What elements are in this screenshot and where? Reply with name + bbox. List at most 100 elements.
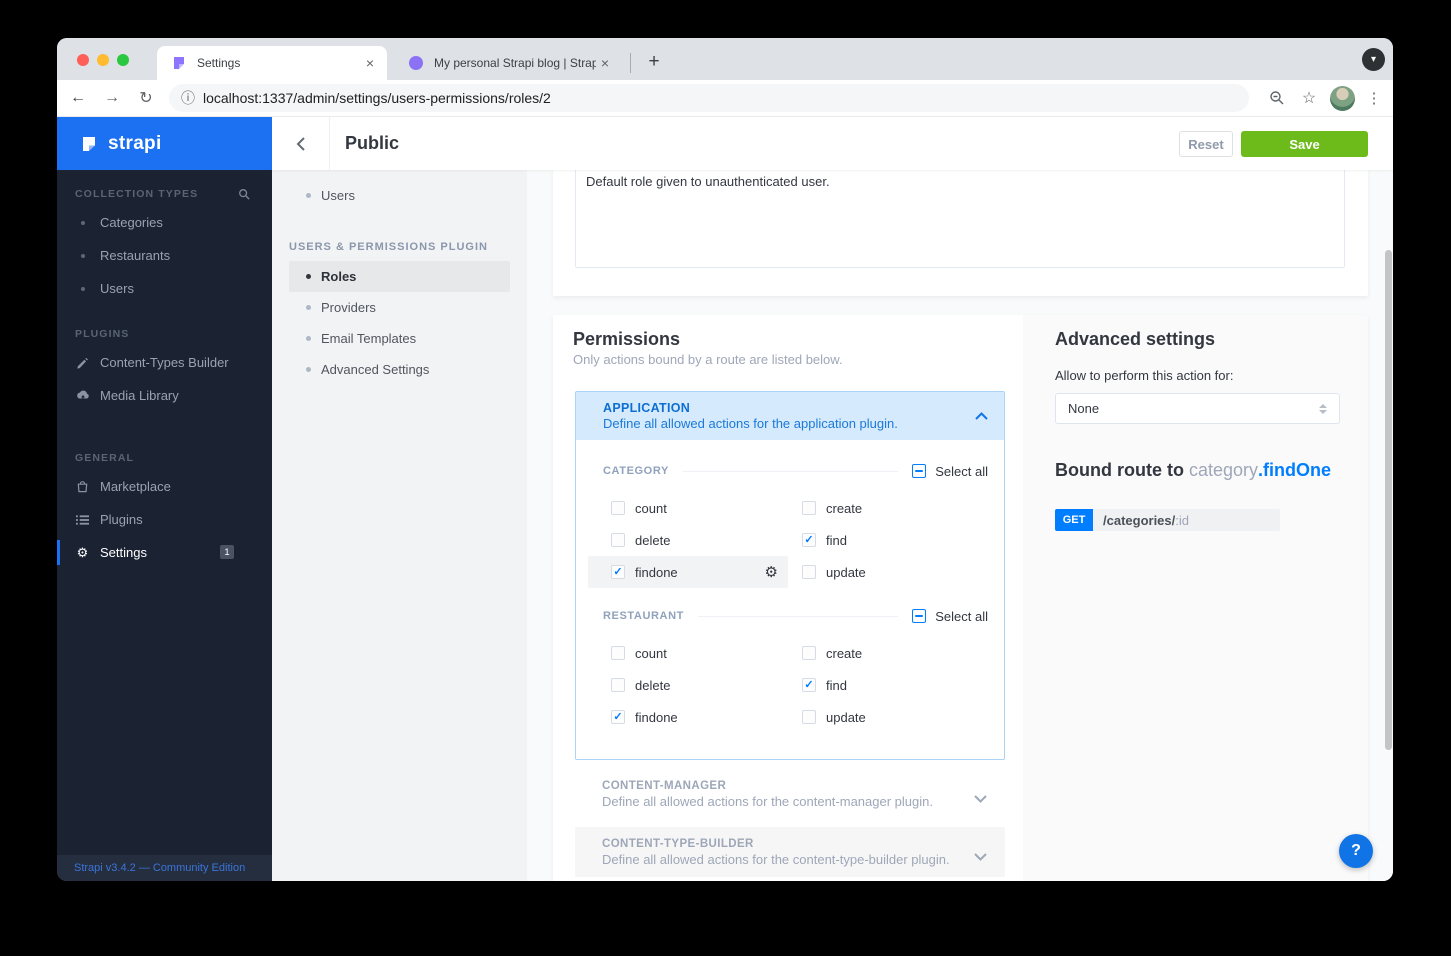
sidebar-item-users[interactable]: Users bbox=[57, 272, 272, 305]
permission-findone-selected[interactable]: findone⚙ bbox=[588, 556, 788, 588]
close-tab-icon[interactable]: × bbox=[361, 54, 379, 72]
strapi-logo[interactable]: strapi bbox=[57, 117, 272, 170]
strapi-favicon bbox=[174, 57, 184, 69]
forward-button[interactable]: → bbox=[99, 85, 125, 111]
cloud-upload-icon bbox=[75, 389, 90, 402]
permission-create[interactable]: create bbox=[794, 637, 988, 669]
new-tab-button[interactable]: + bbox=[640, 48, 668, 76]
strapi-version-link[interactable]: Strapi v3.4.2 — Community Edition bbox=[57, 855, 272, 881]
subnav-item-providers[interactable]: Providers bbox=[289, 292, 510, 323]
sidebar-item-settings[interactable]: ⚙ Settings 1 bbox=[57, 536, 272, 569]
application-accordion: APPLICATION Define all allowed actions f… bbox=[575, 391, 1005, 760]
permission-delete[interactable]: delete bbox=[603, 524, 794, 556]
bookmark-star-icon[interactable]: ☆ bbox=[1296, 85, 1322, 111]
content-manager-accordion[interactable]: CONTENT-MANAGER Define all allowed actio… bbox=[575, 770, 1005, 818]
checkbox-checked[interactable] bbox=[802, 533, 816, 547]
window-controls bbox=[77, 54, 129, 66]
sidebar-menu: COLLECTION TYPES Categories Restaurants … bbox=[57, 170, 272, 569]
select-all-checkbox[interactable] bbox=[912, 464, 927, 478]
permission-update[interactable]: update bbox=[794, 701, 988, 733]
sidebar-item-media-library[interactable]: Media Library bbox=[57, 379, 272, 412]
checkbox-checked[interactable] bbox=[611, 565, 625, 579]
browser-menu-icon[interactable]: ⋮ bbox=[1361, 85, 1387, 111]
checkbox[interactable] bbox=[611, 646, 625, 660]
save-button[interactable]: Save bbox=[1241, 131, 1368, 157]
select-all-checkbox[interactable] bbox=[912, 609, 927, 623]
go-back-button[interactable] bbox=[272, 117, 330, 170]
permission-find[interactable]: find bbox=[794, 524, 988, 556]
page-info-icon[interactable]: ⓘ bbox=[181, 88, 195, 108]
checkbox[interactable] bbox=[611, 678, 625, 692]
accordion-description: Define all allowed actions for the appli… bbox=[603, 416, 898, 431]
settings-subnav: Users USERS & PERMISSIONS PLUGIN Roles P… bbox=[272, 170, 527, 881]
browser-toolbar: ← → ↻ ⓘ localhost:1337/admin/settings/us… bbox=[57, 80, 1393, 117]
checkbox[interactable] bbox=[802, 646, 816, 660]
close-window-button[interactable] bbox=[77, 54, 89, 66]
checkbox[interactable] bbox=[802, 710, 816, 724]
subnav-item-email-templates[interactable]: Email Templates bbox=[289, 323, 510, 354]
chevron-down-icon bbox=[974, 790, 987, 808]
gear-icon[interactable]: ⚙ bbox=[765, 565, 778, 580]
subnav-item-users[interactable]: Users bbox=[289, 180, 510, 211]
permission-count[interactable]: count bbox=[603, 492, 794, 524]
bound-route: GET /categories/:id bbox=[1055, 509, 1280, 531]
tab-settings[interactable]: Settings × bbox=[157, 46, 387, 80]
tab-title: My personal Strapi blog | Strap bbox=[434, 56, 596, 70]
group-name: CATEGORY bbox=[603, 465, 669, 477]
sidebar-item-content-types-builder[interactable]: Content-Types Builder bbox=[57, 346, 272, 379]
subnav-item-roles[interactable]: Roles bbox=[289, 261, 510, 292]
tab-search-button[interactable]: ▾ bbox=[1362, 48, 1385, 71]
permission-update[interactable]: update bbox=[794, 556, 988, 588]
bullet-icon bbox=[306, 305, 311, 310]
toolbar-right: ☆ ⋮ bbox=[1258, 85, 1387, 111]
permission-find[interactable]: find bbox=[794, 669, 988, 701]
application-accordion-body: CATEGORY Select all count create delete … bbox=[576, 440, 1004, 757]
close-tab-icon[interactable]: × bbox=[596, 54, 614, 72]
permission-count[interactable]: count bbox=[603, 637, 794, 669]
tab-strapi-blog[interactable]: My personal Strapi blog | Strap × bbox=[394, 46, 622, 80]
search-icon[interactable] bbox=[238, 188, 250, 200]
chevron-left-icon bbox=[296, 136, 305, 151]
reload-button[interactable]: ↻ bbox=[133, 85, 159, 111]
permissions-title: Permissions bbox=[573, 329, 681, 349]
checkbox-checked[interactable] bbox=[611, 710, 625, 724]
permission-findone[interactable]: findone bbox=[603, 701, 794, 733]
profile-avatar[interactable] bbox=[1330, 85, 1355, 111]
allow-action-select[interactable]: None bbox=[1055, 393, 1340, 424]
reset-button[interactable]: Reset bbox=[1179, 131, 1233, 157]
zoom-out-icon[interactable] bbox=[1264, 85, 1290, 111]
content-type-builder-accordion[interactable]: CONTENT-TYPE-BUILDER Define all allowed … bbox=[575, 827, 1005, 877]
chevron-down-icon bbox=[974, 848, 987, 866]
minimize-window-button[interactable] bbox=[97, 54, 109, 66]
application-accordion-header[interactable]: APPLICATION Define all allowed actions f… bbox=[576, 392, 1004, 440]
select-all-label: Select all bbox=[935, 463, 988, 479]
bullet-icon bbox=[81, 253, 85, 258]
checkbox[interactable] bbox=[802, 501, 816, 515]
main-sidebar: strapi COLLECTION TYPES Categories Resta… bbox=[57, 117, 272, 881]
category-group-header: CATEGORY Select all bbox=[603, 462, 988, 480]
collection-types-heading: COLLECTION TYPES bbox=[57, 182, 272, 206]
sidebar-item-restaurants[interactable]: Restaurants bbox=[57, 239, 272, 272]
address-bar[interactable]: ⓘ localhost:1337/admin/settings/users-pe… bbox=[169, 84, 1249, 112]
help-button[interactable]: ? bbox=[1339, 834, 1373, 868]
checkbox-checked[interactable] bbox=[802, 678, 816, 692]
role-description-textarea[interactable]: Default role given to unauthenticated us… bbox=[575, 170, 1345, 268]
sidebar-item-marketplace[interactable]: Marketplace bbox=[57, 470, 272, 503]
vertical-scrollbar[interactable] bbox=[1385, 250, 1392, 750]
permission-delete[interactable]: delete bbox=[603, 669, 794, 701]
back-button[interactable]: ← bbox=[65, 85, 91, 111]
checkbox[interactable] bbox=[611, 533, 625, 547]
group-name: RESTAURANT bbox=[603, 610, 684, 622]
permission-create[interactable]: create bbox=[794, 492, 988, 524]
checkbox[interactable] bbox=[611, 501, 625, 515]
paintbrush-icon bbox=[75, 356, 90, 369]
sidebar-item-categories[interactable]: Categories bbox=[57, 206, 272, 239]
strapi-admin: strapi COLLECTION TYPES Categories Resta… bbox=[57, 117, 1393, 881]
subnav-item-advanced-settings[interactable]: Advanced Settings bbox=[289, 354, 510, 385]
sidebar-item-plugins[interactable]: Plugins bbox=[57, 503, 272, 536]
bullet-icon bbox=[81, 220, 85, 225]
allow-action-label: Allow to perform this action for: bbox=[1055, 368, 1234, 383]
browser-window: Settings × My personal Strapi blog | Str… bbox=[57, 38, 1393, 881]
maximize-window-button[interactable] bbox=[117, 54, 129, 66]
checkbox[interactable] bbox=[802, 565, 816, 579]
